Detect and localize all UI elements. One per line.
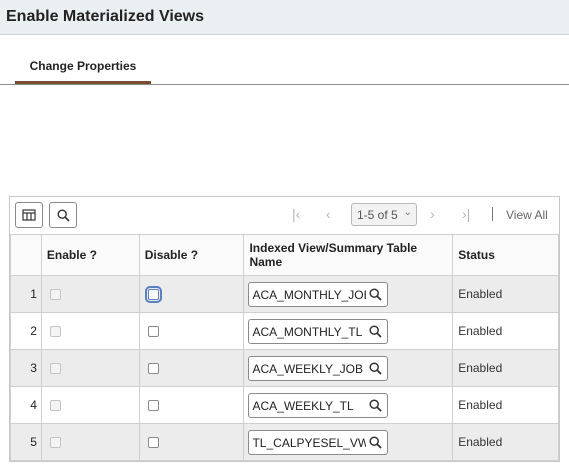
table-header-row: Enable ? Disable ? Indexed View/Summary … — [10, 234, 559, 276]
col-header-view-name[interactable]: Indexed View/Summary Table Name — [243, 234, 454, 276]
toolbar-divider — [492, 207, 493, 221]
status-value: Enabled — [452, 312, 559, 350]
enable-checkbox — [49, 289, 61, 301]
status-value: Enabled — [452, 386, 559, 424]
lookup-search-icon[interactable] — [369, 324, 383, 338]
tab-change-properties[interactable]: Change Properties — [15, 59, 151, 84]
row-number: 4 — [10, 386, 42, 424]
table-row: 4 ACA_WEEKLY_TL Enabled — [10, 386, 559, 424]
disable-checkbox[interactable] — [147, 326, 159, 338]
enable-checkbox — [49, 437, 61, 449]
view-name-field[interactable]: TL_CALPYESEL_VW — [248, 429, 389, 455]
disable-checkbox[interactable] — [147, 437, 159, 449]
page-title: Enable Materialized Views — [6, 8, 205, 25]
enable-checkbox — [49, 400, 61, 412]
first-page-icon[interactable]: |‹ — [292, 206, 300, 222]
col-header-status[interactable]: Status — [452, 234, 559, 276]
row-number: 5 — [10, 423, 42, 461]
find-in-grid-button[interactable] — [49, 202, 77, 228]
status-value: Enabled — [452, 349, 559, 387]
lookup-search-icon[interactable] — [369, 398, 383, 412]
last-page-icon[interactable]: ›| — [462, 206, 470, 222]
chevron-down-icon: ⌄ — [403, 207, 412, 218]
view-all-link[interactable]: View All — [506, 208, 548, 222]
disable-checkbox[interactable] — [147, 400, 159, 412]
view-name-value: ACA_MONTHLY_JOB — [252, 287, 367, 302]
row-number: 1 — [10, 275, 42, 313]
row-range-dropdown[interactable]: 1-5 of 5 ⌄ — [351, 203, 417, 226]
tab-bar: Change Properties — [0, 35, 569, 85]
lookup-search-icon[interactable] — [369, 361, 383, 375]
view-name-value: ACA_MONTHLY_TL — [252, 324, 363, 339]
view-name-value: ACA_WEEKLY_TL — [252, 398, 354, 413]
grid-settings-icon — [22, 209, 36, 221]
lookup-search-icon[interactable] — [369, 287, 383, 301]
enable-checkbox — [49, 363, 61, 375]
lookup-search-icon[interactable] — [369, 435, 383, 449]
view-name-field[interactable]: ACA_WEEKLY_TL — [248, 392, 389, 418]
status-value: Enabled — [452, 423, 559, 461]
next-page-icon[interactable]: › — [430, 206, 435, 222]
col-header-disable[interactable]: Disable ? — [138, 234, 245, 276]
col-header-enable[interactable]: Enable ? — [40, 234, 140, 276]
disable-checkbox[interactable] — [144, 286, 162, 304]
row-number: 3 — [10, 349, 42, 387]
disable-checkbox[interactable] — [147, 363, 159, 375]
table-row: 1 ACA_MONTHLY_JOB Enabled — [10, 275, 559, 313]
view-name-field[interactable]: ACA_MONTHLY_JOB — [248, 281, 389, 307]
views-grid: |‹ ‹ 1-5 of 5 ⌄ › ›| View All Enable ? D… — [9, 196, 560, 462]
previous-page-icon[interactable]: ‹ — [326, 206, 331, 222]
view-name-value: ACA_WEEKLY_JOB — [252, 361, 363, 376]
table-row: 5 TL_CALPYESEL_VW Enabled — [10, 423, 559, 461]
row-range-text: 1-5 of 5 — [357, 208, 398, 222]
view-name-field[interactable]: ACA_WEEKLY_JOB — [248, 355, 389, 381]
enable-checkbox — [49, 326, 61, 338]
table-row: 2 ACA_MONTHLY_TL Enabled — [10, 312, 559, 350]
personalize-grid-button[interactable] — [15, 202, 43, 228]
row-number: 2 — [10, 312, 42, 350]
view-name-value: TL_CALPYESEL_VW — [252, 435, 367, 450]
grid-toolbar: |‹ ‹ 1-5 of 5 ⌄ › ›| View All — [10, 197, 559, 234]
col-header-row-number — [10, 234, 42, 276]
search-icon — [56, 208, 70, 222]
status-value: Enabled — [452, 275, 559, 313]
table-row: 3 ACA_WEEKLY_JOB Enabled — [10, 349, 559, 387]
page-header: Enable Materialized Views — [0, 0, 569, 35]
views-table: Enable ? Disable ? Indexed View/Summary … — [10, 234, 559, 461]
view-name-field[interactable]: ACA_MONTHLY_TL — [248, 318, 389, 344]
